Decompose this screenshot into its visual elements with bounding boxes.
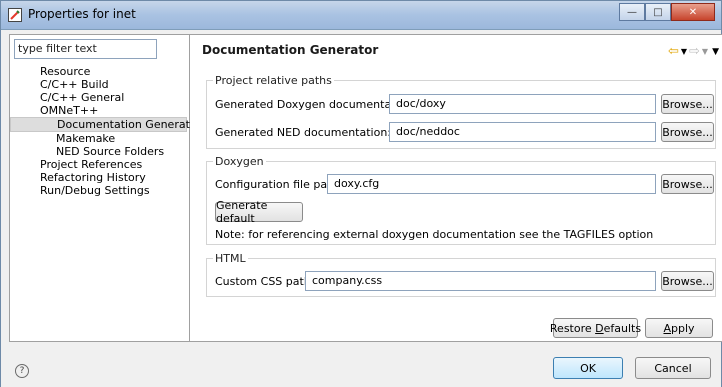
tree-item[interactable]: Project References xyxy=(10,158,189,171)
forward-dropdown-icon[interactable]: ▼ xyxy=(702,47,708,56)
navigation-tree: Resource C/C++ Build C/C++ General OMNeT++ D… xyxy=(10,65,201,197)
doxygen-doc-field[interactable]: doc/doxy xyxy=(389,94,656,114)
css-path-field[interactable]: company.css xyxy=(305,271,656,291)
title-bar[interactable]: Properties for inet — □ ✕ xyxy=(1,1,721,30)
tree-item[interactable]: OMNeT++ xyxy=(10,104,189,117)
filter-input[interactable]: type filter text xyxy=(14,39,157,59)
forward-arrow-icon[interactable]: ⇨ xyxy=(689,44,700,59)
html-group-label: HTML xyxy=(213,252,248,265)
close-button[interactable]: ✕ xyxy=(671,3,715,21)
minimize-icon: — xyxy=(627,6,637,18)
window-controls: — □ ✕ xyxy=(619,3,715,21)
tree-item[interactable]: Run/Debug Settings xyxy=(10,184,189,197)
browse-css-button[interactable]: Browse... xyxy=(661,271,714,291)
right-panel: Documentation Generator ⇦ ▼ ⇨ ▼ ▼ Projec… xyxy=(190,34,722,342)
ned-doc-field[interactable]: doc/neddoc xyxy=(389,122,656,142)
cancel-button[interactable]: Cancel xyxy=(635,357,711,379)
properties-dialog: Properties for inet — □ ✕ type filter te… xyxy=(0,0,722,387)
generate-default-button[interactable]: Generate default xyxy=(215,199,303,225)
restore-defaults-button[interactable]: Restore Defaults xyxy=(550,318,641,338)
window-title: Properties for inet xyxy=(28,7,136,21)
ok-button[interactable]: OK xyxy=(553,357,623,379)
back-arrow-icon[interactable]: ⇦ xyxy=(668,44,679,59)
close-icon: ✕ xyxy=(688,6,698,18)
tree-item[interactable]: Refactoring History xyxy=(10,171,189,184)
help-icon[interactable]: ? xyxy=(15,364,29,378)
maximize-button[interactable]: □ xyxy=(645,3,671,21)
minimize-button[interactable]: — xyxy=(619,3,645,21)
config-file-field[interactable]: doxy.cfg xyxy=(327,174,656,194)
left-panel: type filter text Resource C/C++ Build C/C+… xyxy=(9,34,201,342)
nav-arrows: ⇦ ▼ ⇨ ▼ ▼ xyxy=(668,44,719,59)
browse-doxygen-button[interactable]: Browse... xyxy=(661,94,714,114)
config-file-label: Configuration file path: xyxy=(215,178,343,191)
doxygen-doc-label: Generated Doxygen documentation: xyxy=(215,98,416,111)
page-title: Documentation Generator xyxy=(202,43,379,57)
css-path-label: Custom CSS path: xyxy=(215,275,315,288)
tree-item[interactable]: C/C++ General xyxy=(10,91,189,104)
maximize-icon: □ xyxy=(653,6,663,18)
browse-ned-button[interactable]: Browse... xyxy=(661,122,714,142)
properties-icon xyxy=(8,8,22,22)
tree-item[interactable]: Resource xyxy=(10,65,189,78)
browse-config-button[interactable]: Browse... xyxy=(661,174,714,194)
tree-item[interactable]: Makemake xyxy=(10,132,189,145)
tree-item[interactable]: C/C++ Build xyxy=(10,78,189,91)
ned-doc-label: Generated NED documentation: xyxy=(215,126,392,139)
tagfiles-note: Note: for referencing external doxygen d… xyxy=(215,228,654,241)
apply-button[interactable]: Apply xyxy=(645,318,713,338)
view-menu-icon[interactable]: ▼ xyxy=(712,47,719,57)
paths-group-label: Project relative paths xyxy=(213,74,334,87)
back-dropdown-icon[interactable]: ▼ xyxy=(681,47,687,56)
bottom-bar: ? OK Cancel xyxy=(1,342,721,387)
doxygen-group-label: Doxygen xyxy=(213,155,266,168)
tree-item[interactable]: NED Source Folders xyxy=(10,145,189,158)
tree-item[interactable]: Documentation Generator xyxy=(10,117,201,132)
